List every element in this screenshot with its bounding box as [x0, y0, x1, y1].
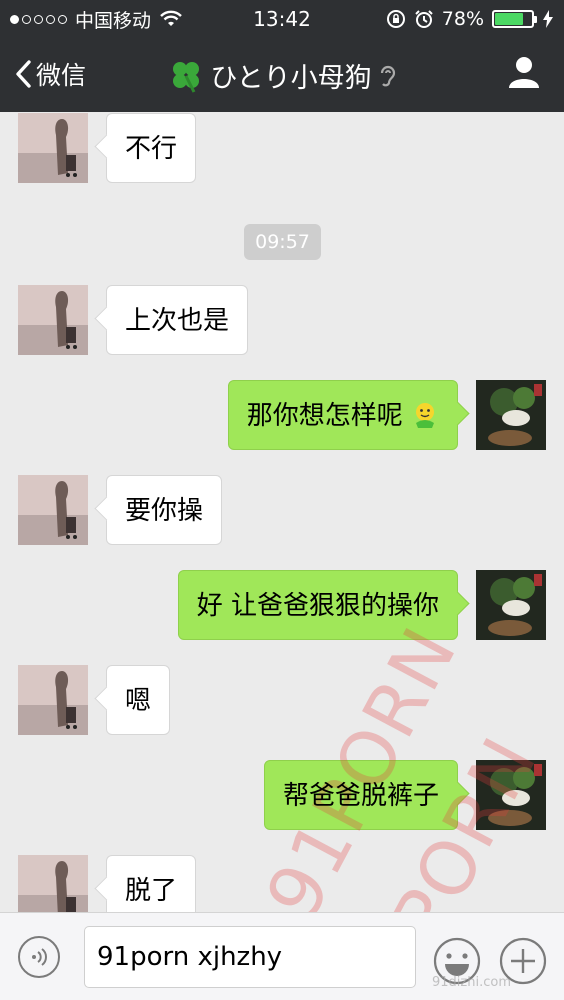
battery-icon	[492, 10, 537, 28]
contact-avatar[interactable]	[18, 475, 88, 545]
person-icon	[509, 57, 539, 88]
message-bubble[interactable]: 不行	[106, 113, 197, 183]
alarm-icon	[415, 10, 433, 28]
message-row: 帮爸爸脱裤子	[0, 760, 564, 830]
message-input[interactable]: 91porn xjhzhy	[84, 926, 416, 988]
status-bar: 中国移动 13:42 78%	[0, 0, 564, 38]
message-bubble[interactable]: 帮爸爸脱裤子	[263, 760, 458, 830]
wifi-icon	[160, 10, 182, 26]
battery-level	[495, 13, 524, 25]
contact-avatar[interactable]	[18, 855, 88, 912]
message-row: 脱了	[0, 855, 564, 912]
message-bubble[interactable]: 脱了	[106, 855, 197, 912]
watermark-url: 91dizhi.com	[432, 975, 511, 990]
charging-icon	[543, 10, 553, 28]
message-row: 嗯	[0, 665, 564, 735]
status-right: 78%	[386, 8, 554, 30]
message-row: 好 让爸爸狠狠的操你	[0, 570, 564, 640]
message-bubble[interactable]: 好 让爸爸狠狠的操你	[177, 570, 458, 640]
message-row: 不行	[0, 113, 564, 183]
message-bubble[interactable]: 要你操	[106, 475, 223, 545]
message-row: 要你操	[0, 475, 564, 545]
self-avatar[interactable]	[476, 570, 546, 640]
message-bubble[interactable]: 那你想怎样呢	[227, 380, 458, 450]
message-row: 那你想怎样呢	[0, 380, 564, 450]
rotation-lock-icon	[386, 10, 405, 28]
self-avatar[interactable]	[476, 380, 546, 450]
clover-icon	[173, 61, 200, 93]
time-divider: 09:57	[244, 224, 321, 260]
self-avatar[interactable]	[476, 760, 546, 830]
message-bubble[interactable]: 嗯	[106, 665, 171, 735]
earpiece-mode-icon	[380, 65, 395, 86]
voice-icon	[32, 948, 47, 966]
contact-avatar[interactable]	[18, 665, 88, 735]
smiley-emoji-icon	[416, 403, 434, 428]
chat-area[interactable]: 不行 09:57 上次也是 那你想怎样呢 要你操 好 让爸爸狠狠的操你 嗯 帮爸…	[0, 112, 564, 912]
contact-avatar[interactable]	[18, 113, 88, 183]
battery-percent: 78%	[441, 8, 484, 30]
chat-title: ひとり小母狗	[0, 56, 564, 95]
message-bubble[interactable]: 上次也是	[106, 285, 249, 355]
carrier-name: 中国移动	[75, 9, 152, 32]
message-row: 上次也是	[0, 285, 564, 355]
contact-avatar[interactable]	[18, 285, 88, 355]
voice-button[interactable]	[18, 936, 60, 978]
signal-dots-icon	[10, 14, 67, 24]
status-left: 中国移动	[10, 6, 183, 33]
profile-button[interactable]	[506, 54, 542, 94]
chat-title-text: ひとり小母狗	[210, 63, 372, 94]
nav-bar: 微信 ひとり小母狗	[0, 38, 564, 112]
input-bar: 91porn xjhzhy 91dizhi.com	[0, 912, 564, 1000]
